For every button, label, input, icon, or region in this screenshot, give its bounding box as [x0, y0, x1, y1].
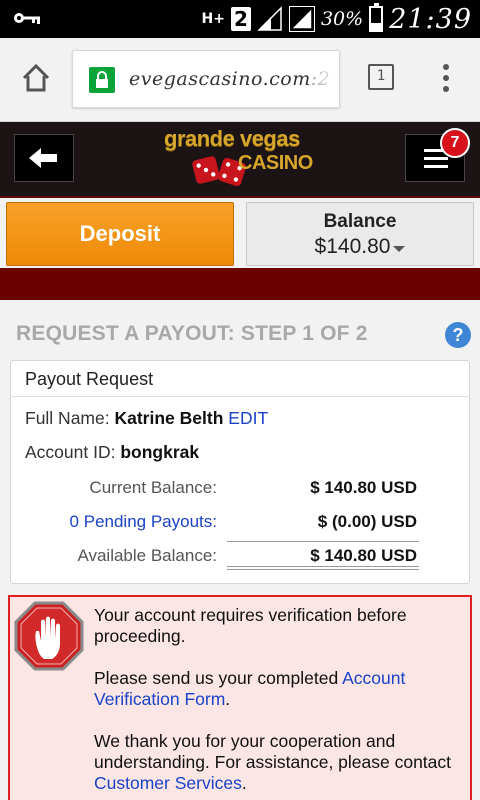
payout-request-panel: Payout Request Full Name: Katrine Belth …: [10, 360, 470, 584]
logo-text: CASINO: [238, 152, 313, 174]
help-icon[interactable]: ?: [445, 322, 471, 348]
address-bar[interactable]: evegascasino.com:2: [72, 50, 340, 108]
status-bar: H+ 2 30% 21:39: [0, 0, 480, 38]
account-id-value: bongkrak: [120, 442, 200, 462]
back-arrow-icon: [29, 148, 57, 168]
current-balance-label: Current Balance:: [89, 478, 217, 497]
clock: 21:39: [389, 3, 472, 35]
url-text: evegascasino.com:2: [129, 68, 330, 90]
balance-value: $140.80: [314, 235, 391, 258]
pending-payouts-link[interactable]: 0 Pending Payouts:: [70, 512, 217, 532]
full-name-label: Full Name:: [25, 408, 110, 428]
available-balance-value: $ 140.80 USD: [310, 546, 417, 565]
edit-name-link[interactable]: EDIT: [228, 408, 268, 428]
key-icon: [14, 13, 40, 24]
full-name-row: Full Name: Katrine Belth EDIT: [25, 408, 268, 429]
account-id-row: Account ID: bongkrak: [25, 442, 199, 463]
battery-icon: [369, 3, 384, 32]
back-button[interactable]: [14, 134, 74, 182]
signal-icon: [288, 6, 315, 32]
browser-toolbar: evegascasino.com:2 1: [0, 38, 480, 122]
site-header: grande vegas CASINO: [0, 122, 480, 198]
full-name-value: Katrine Belth: [114, 408, 224, 428]
casino-logo[interactable]: grande vegas CASINO: [160, 126, 320, 192]
chevron-down-icon: [393, 245, 406, 252]
stop-hand-icon: [14, 601, 84, 671]
alert-line: Your account requires verification befor…: [94, 605, 407, 646]
notification-badge[interactable]: 7: [440, 128, 470, 158]
tab-switcher-button[interactable]: 1: [368, 64, 394, 90]
page-title: REQUEST A PAYOUT: STEP 1 OF 2: [16, 322, 368, 345]
balance-label: Balance: [323, 211, 397, 232]
signal-icon: [257, 6, 282, 31]
lock-icon: [89, 67, 115, 93]
divider-band: [0, 268, 480, 300]
balance-dropdown[interactable]: Balance $140.80: [246, 202, 474, 266]
home-icon[interactable]: [20, 62, 52, 94]
current-balance-value: $ 140.80 USD: [310, 478, 417, 497]
pending-payouts-value: $ (0.00) USD: [317, 512, 417, 531]
available-balance-label: Available Balance:: [77, 546, 217, 565]
overflow-menu-icon[interactable]: [438, 62, 454, 94]
divider: [227, 566, 419, 570]
panel-title: Payout Request: [11, 361, 469, 397]
account-id-label: Account ID:: [25, 442, 116, 462]
alert-line: Please send us your completed Account Ve…: [94, 668, 406, 709]
customer-services-link[interactable]: Customer Services: [94, 773, 242, 793]
sim-slot: 2: [230, 7, 251, 31]
alert-line: We thank you for your cooperation and un…: [94, 731, 452, 793]
alert-message: Your account requires verification befor…: [94, 605, 466, 800]
deposit-button[interactable]: Deposit: [6, 202, 234, 266]
battery-percent: 30%: [320, 8, 364, 30]
network-type: H+: [201, 11, 225, 27]
verification-alert: Your account requires verification befor…: [8, 595, 472, 800]
divider: [227, 541, 419, 542]
